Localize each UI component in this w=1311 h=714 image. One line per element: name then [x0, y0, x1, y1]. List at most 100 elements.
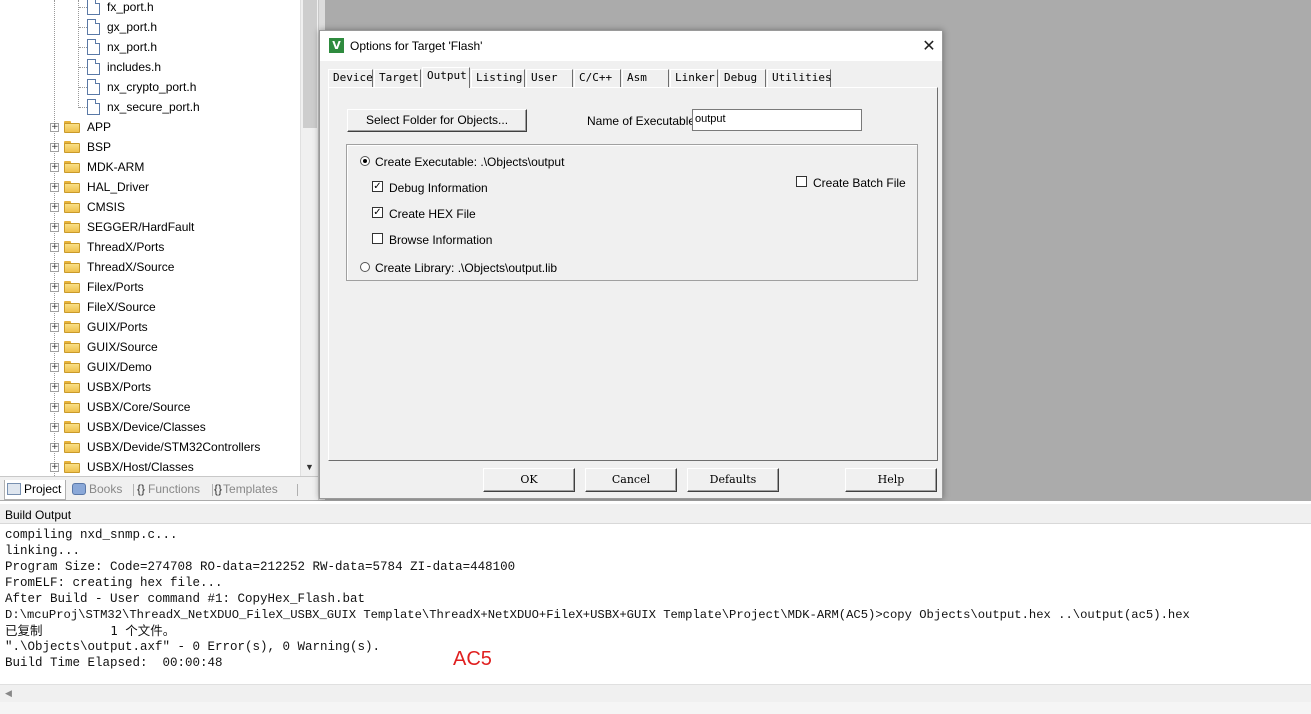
defaults-button[interactable]: Defaults — [687, 468, 779, 492]
scroll-left-arrow-icon[interactable]: ◀ — [5, 688, 12, 699]
build-output-panel: Build Output compiling nxd_snmp.c... lin… — [0, 501, 1311, 714]
tree-file-item[interactable]: nx_port.h — [0, 37, 300, 57]
expand-plus-icon[interactable]: + — [50, 323, 59, 332]
create-executable-label: Create Executable: .\Objects\output — [375, 155, 565, 169]
tab-project[interactable]: Project — [4, 480, 66, 500]
tab-books[interactable]: Books — [70, 480, 134, 500]
tab-device[interactable]: Device — [328, 69, 373, 87]
ok-button[interactable]: OK — [483, 468, 575, 492]
folder-icon — [64, 241, 80, 253]
tree-group-item[interactable]: + USBX/Core/Source — [0, 397, 300, 417]
tree-file-item[interactable]: nx_secure_port.h — [0, 97, 300, 117]
expand-plus-icon[interactable]: + — [50, 203, 59, 212]
header-file-icon — [87, 39, 100, 55]
tree-group-item[interactable]: + CMSIS — [0, 197, 300, 217]
close-button[interactable]: ✕ — [918, 35, 940, 57]
expand-plus-icon[interactable]: + — [50, 443, 59, 452]
debug-information-checkbox[interactable]: ✓ — [372, 181, 383, 192]
tab-debug[interactable]: Debug — [719, 69, 766, 87]
log-line: compiling nxd_snmp.c... — [5, 528, 178, 542]
folder-icon — [64, 401, 80, 413]
build-horizontal-scrollbar[interactable]: ◀ — [0, 684, 1311, 702]
tree-group-item[interactable]: + HAL_Driver — [0, 177, 300, 197]
folder-icon — [64, 161, 80, 173]
tree-file-item[interactable]: gx_port.h — [0, 17, 300, 37]
tree-group-item[interactable]: + USBX/Host/Classes — [0, 457, 300, 476]
tab-utilities[interactable]: Utilities — [767, 69, 832, 87]
folder-icon — [64, 281, 80, 293]
scrollbar-thumb[interactable] — [303, 0, 317, 128]
tree-group-item[interactable]: + USBX/Devide/STM32Controllers — [0, 437, 300, 457]
tree-group-item[interactable]: + GUIX/Source — [0, 337, 300, 357]
tree-group-item[interactable]: + GUIX/Demo — [0, 357, 300, 377]
tab-templates[interactable]: {}Templates — [212, 480, 298, 500]
tree-group-item[interactable]: + USBX/Ports — [0, 377, 300, 397]
expand-plus-icon[interactable]: + — [50, 163, 59, 172]
tree-group-item[interactable]: + Filex/Ports — [0, 277, 300, 297]
tree-group-item[interactable]: + ThreadX/Ports — [0, 237, 300, 257]
group-label: HAL_Driver — [87, 180, 150, 194]
tree-group-item[interactable]: + GUIX/Ports — [0, 317, 300, 337]
expand-plus-icon[interactable]: + — [50, 303, 59, 312]
tree-vertical-scrollbar[interactable]: ▼ — [300, 0, 318, 476]
cancel-button[interactable]: Cancel — [585, 468, 677, 492]
create-batch-file-checkbox[interactable] — [796, 176, 807, 187]
expand-plus-icon[interactable]: + — [50, 183, 59, 192]
tree-group-item[interactable]: + MDK-ARM — [0, 157, 300, 177]
tab-functions[interactable]: {} Functions — [135, 480, 213, 500]
help-button[interactable]: Help — [845, 468, 937, 492]
tab-c-cpp[interactable]: C/C++ — [574, 69, 621, 87]
executable-name-input[interactable]: output — [692, 109, 862, 131]
expand-plus-icon[interactable]: + — [50, 223, 59, 232]
expand-plus-icon[interactable]: + — [50, 143, 59, 152]
create-executable-radio[interactable] — [360, 156, 370, 166]
options-tabstrip: Device Target Output Listing User C/C++ … — [328, 67, 938, 88]
group-label: MDK-ARM — [87, 160, 145, 174]
scroll-down-arrow-icon[interactable]: ▼ — [305, 462, 314, 472]
tree-group-item[interactable]: + USBX/Device/Classes — [0, 417, 300, 437]
expand-plus-icon[interactable]: + — [50, 423, 59, 432]
expand-plus-icon[interactable]: + — [50, 123, 59, 132]
tree-group-item[interactable]: + SEGGER/HardFault — [0, 217, 300, 237]
group-label: GUIX/Ports — [87, 320, 148, 334]
project-tree[interactable]: fx_port.h gx_port.h nx_port.h includes.h — [0, 0, 300, 476]
tab-user[interactable]: User — [526, 69, 573, 87]
tree-group-item[interactable]: + FileX/Source — [0, 297, 300, 317]
tab-target[interactable]: Target — [374, 69, 421, 87]
expand-plus-icon[interactable]: + — [50, 263, 59, 272]
folder-icon — [64, 201, 80, 213]
tree-file-item[interactable]: includes.h — [0, 57, 300, 77]
group-label: ThreadX/Source — [87, 260, 175, 274]
expand-plus-icon[interactable]: + — [50, 283, 59, 292]
tab-output[interactable]: Output — [422, 67, 470, 88]
dialog-title-bar[interactable]: V Options for Target 'Flash' ✕ — [320, 31, 942, 61]
tree-group-item[interactable]: + ThreadX/Source — [0, 257, 300, 277]
group-label: USBX/Core/Source — [87, 400, 191, 414]
expand-plus-icon[interactable]: + — [50, 463, 59, 472]
tab-asm[interactable]: Asm — [622, 69, 669, 87]
tree-group-item[interactable]: + BSP — [0, 137, 300, 157]
options-dialog: V Options for Target 'Flash' ✕ Device Ta… — [319, 30, 943, 499]
browse-information-checkbox[interactable] — [372, 233, 383, 244]
file-label: nx_secure_port.h — [107, 100, 200, 114]
annotation-label: AC5 — [453, 648, 492, 670]
tree-file-item[interactable]: nx_crypto_port.h — [0, 77, 300, 97]
expand-plus-icon[interactable]: + — [50, 363, 59, 372]
group-label: USBX/Host/Classes — [87, 460, 194, 474]
create-hex-checkbox[interactable]: ✓ — [372, 207, 383, 218]
tree-file-item[interactable]: fx_port.h — [0, 0, 300, 17]
expand-plus-icon[interactable]: + — [50, 383, 59, 392]
file-label: gx_port.h — [107, 20, 158, 34]
tab-linker[interactable]: Linker — [670, 69, 718, 87]
select-folder-button[interactable]: Select Folder for Objects... — [347, 109, 527, 132]
tree-group-item[interactable]: + APP — [0, 117, 300, 137]
expand-plus-icon[interactable]: + — [50, 403, 59, 412]
group-label: CMSIS — [87, 200, 126, 214]
group-label: GUIX/Source — [87, 340, 158, 354]
expand-plus-icon[interactable]: + — [50, 343, 59, 352]
build-output-log[interactable]: compiling nxd_snmp.c... linking... Progr… — [5, 527, 1305, 671]
tab-listing[interactable]: Listing — [471, 69, 525, 87]
create-library-radio[interactable] — [360, 262, 370, 272]
expand-plus-icon[interactable]: + — [50, 243, 59, 252]
folder-icon — [64, 221, 80, 233]
